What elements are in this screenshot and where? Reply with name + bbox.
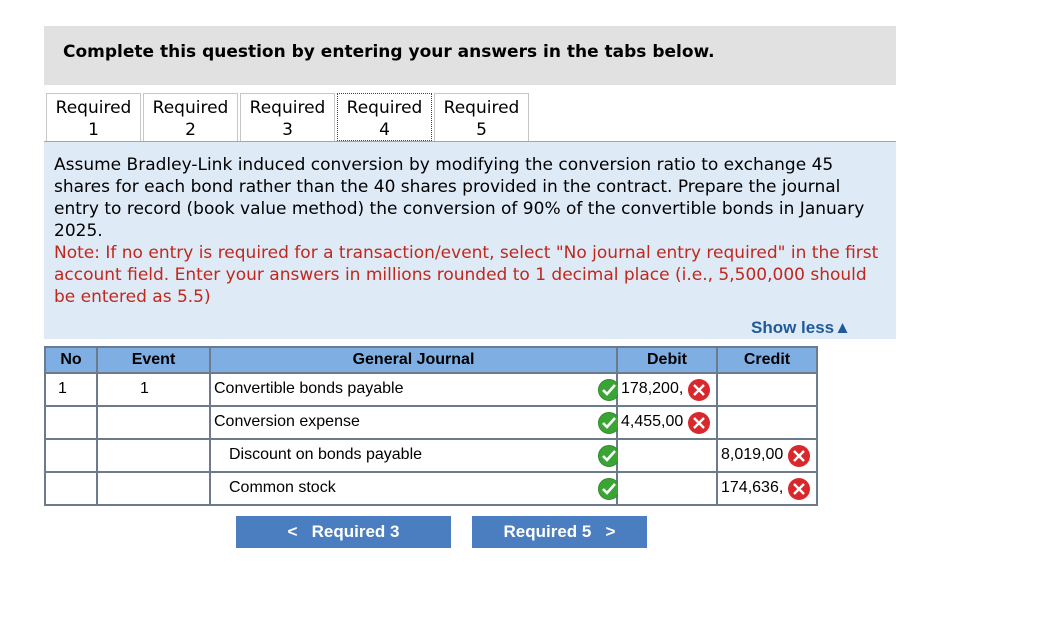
tab-number: 1 — [88, 120, 99, 140]
debit-value: 178,200, — [621, 380, 684, 397]
question-prompt: Complete this question by entering your … — [63, 42, 715, 62]
credit-input[interactable]: 174,636, — [716, 471, 818, 506]
table-row: Conversion expense 4,455,00 — [44, 405, 818, 440]
header-no: No — [44, 346, 98, 374]
next-required-button[interactable]: Required 5 > — [472, 516, 647, 548]
debit-input[interactable] — [616, 471, 718, 506]
row-event-cell: 1 — [96, 372, 211, 407]
tab-label: Required — [55, 98, 132, 118]
question-header: Complete this question by entering your … — [44, 26, 896, 85]
header-debit: Debit — [616, 346, 718, 374]
instructions-note: Note: If no entry is required for a tran… — [54, 243, 879, 307]
debit-input[interactable]: 178,200, — [616, 372, 718, 407]
header-event: Event — [96, 346, 211, 374]
row-event: 1 — [140, 380, 149, 397]
tab-number: 5 — [476, 120, 487, 140]
instructions-panel: Assume Bradley-Link induced conversion b… — [44, 142, 896, 339]
account-name: Convertible bonds payable — [214, 380, 404, 397]
account-select[interactable]: Common stock — [209, 471, 620, 506]
account-name: Discount on bonds payable — [229, 446, 423, 463]
journal-entry-table: No Event General Journal Debit Credit 1 … — [44, 346, 818, 506]
tab-label: Required — [152, 98, 229, 118]
row-no: 1 — [58, 380, 67, 397]
error-x-icon — [788, 478, 810, 500]
credit-value: 174,636, — [721, 479, 784, 496]
debit-input[interactable]: 4,455,00 — [616, 405, 718, 440]
row-no-cell: 1 — [44, 372, 98, 407]
account-name: Conversion expense — [214, 413, 360, 430]
error-x-icon — [788, 445, 810, 467]
credit-input[interactable] — [716, 405, 818, 440]
tab-required-1[interactable]: Required 1 — [46, 93, 141, 141]
show-less-link[interactable]: Show less▲ — [751, 318, 851, 338]
tab-label: Required — [249, 98, 326, 118]
row-no-cell — [44, 405, 98, 440]
chevron-left-icon: < — [287, 522, 298, 541]
header-credit: Credit — [716, 346, 818, 374]
tab-number: 2 — [185, 120, 196, 140]
row-event-cell — [96, 471, 211, 506]
top-clipped-text — [60, 0, 320, 4]
next-button-label: Required 5 — [503, 522, 592, 541]
table-row: Common stock 174,636, — [44, 471, 818, 506]
credit-value: 8,019,00 — [721, 446, 784, 463]
debit-input[interactable] — [616, 438, 718, 473]
row-no-cell — [44, 471, 98, 506]
tab-required-4[interactable]: Required 4 — [337, 93, 432, 141]
row-no-cell — [44, 438, 98, 473]
tab-label: Required — [443, 98, 520, 118]
account-name: Common stock — [229, 479, 336, 496]
debit-value: 4,455,00 — [621, 413, 684, 430]
credit-input[interactable] — [716, 372, 818, 407]
tab-required-2[interactable]: Required 2 — [143, 93, 238, 141]
table-row: Discount on bonds payable 8,019,00 — [44, 438, 818, 473]
tab-number: 3 — [282, 120, 293, 140]
row-event-cell — [96, 405, 211, 440]
previous-button-label: Required 3 — [311, 522, 400, 541]
tab-required-5[interactable]: Required 5 — [434, 93, 529, 141]
error-x-icon — [688, 412, 710, 434]
error-x-icon — [688, 379, 710, 401]
tab-required-3[interactable]: Required 3 — [240, 93, 335, 141]
account-select[interactable]: Discount on bonds payable — [209, 438, 620, 473]
header-general-journal: General Journal — [209, 346, 618, 374]
previous-required-button[interactable]: < Required 3 — [236, 516, 451, 548]
tab-number: 4 — [379, 120, 390, 140]
table-row: 1 1 Convertible bonds payable 178,200, — [44, 372, 818, 407]
instructions-text: Assume Bradley-Link induced conversion b… — [54, 155, 865, 241]
account-select[interactable]: Conversion expense — [209, 405, 620, 440]
credit-input[interactable]: 8,019,00 — [716, 438, 818, 473]
tab-label: Required — [346, 98, 423, 118]
chevron-right-icon: > — [605, 522, 616, 541]
row-event-cell — [96, 438, 211, 473]
account-select[interactable]: Convertible bonds payable — [209, 372, 620, 407]
